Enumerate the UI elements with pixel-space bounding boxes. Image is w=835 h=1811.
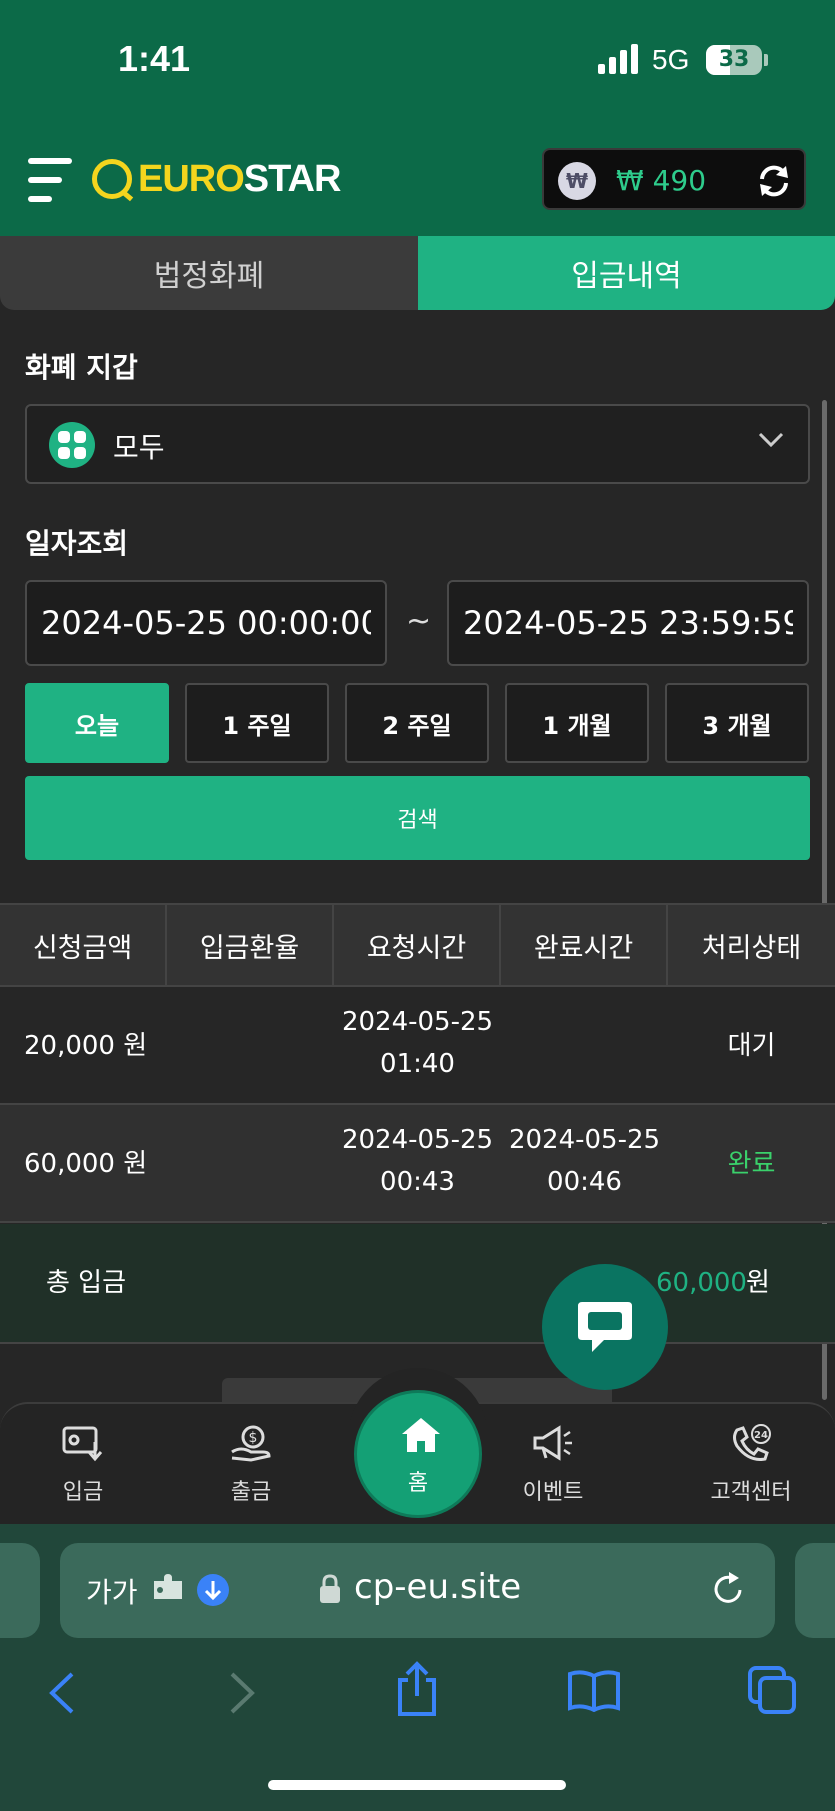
period-3-months-button[interactable]: 3 개월 xyxy=(665,683,809,763)
logo-main-text: STAR xyxy=(243,157,342,200)
nav-label: 고객센터 xyxy=(710,1480,792,1505)
row-amount: 60,000 원 xyxy=(24,1149,148,1179)
all-grid-icon xyxy=(49,422,95,468)
cellular-signal-icon xyxy=(598,44,640,74)
row-request-date: 2024-05-25 xyxy=(341,1007,494,1037)
row-request-time: 00:43 xyxy=(380,1167,455,1197)
nav-label: 입금 xyxy=(62,1480,104,1505)
wallet-selected-value: 모두 xyxy=(113,431,165,464)
back-icon[interactable] xyxy=(44,1668,80,1718)
reload-icon[interactable] xyxy=(710,1571,746,1607)
search-button[interactable]: 검색 xyxy=(25,776,810,860)
deposit-icon xyxy=(62,1426,103,1462)
svg-text:24: 24 xyxy=(754,1430,768,1441)
nav-deposit[interactable]: 입금 xyxy=(18,1424,148,1506)
row-complete-time: 00:46 xyxy=(547,1167,622,1197)
tab-deposit-history[interactable]: 입금내역 xyxy=(418,236,835,310)
column-header-amount: 신청금액 xyxy=(0,905,167,985)
total-value: 60,000 xyxy=(656,1268,747,1298)
lock-icon xyxy=(320,1574,340,1603)
download-icon[interactable] xyxy=(196,1573,230,1607)
row-request-time: 01:40 xyxy=(380,1049,455,1079)
withdraw-icon: $ xyxy=(231,1425,271,1462)
column-header-rate: 입금환율 xyxy=(167,905,334,985)
chat-bubble-icon xyxy=(578,1302,632,1352)
next-tab-preview[interactable] xyxy=(795,1543,835,1638)
tabs-icon[interactable] xyxy=(746,1664,798,1716)
period-2-weeks-button[interactable]: 2 주일 xyxy=(345,683,489,763)
table-header: 신청금액 입금환율 요청시간 완료시간 처리상태 xyxy=(0,903,835,987)
period-today-button[interactable]: 오늘 xyxy=(25,683,169,763)
status-time: 1:41 xyxy=(118,38,191,79)
share-icon[interactable] xyxy=(394,1660,440,1718)
wallet-select[interactable]: 모두 xyxy=(25,404,810,484)
nav-events[interactable]: 이벤트 xyxy=(488,1424,618,1506)
nav-label: 출금 xyxy=(230,1480,272,1505)
refresh-icon[interactable] xyxy=(756,164,792,198)
live-chat-button[interactable] xyxy=(542,1264,668,1390)
nav-home[interactable]: 홈 xyxy=(354,1390,482,1518)
period-1-week-button[interactable]: 1 주일 xyxy=(185,683,329,763)
column-header-status: 처리상태 xyxy=(701,932,802,964)
total-label: 총 입금 xyxy=(46,1268,127,1298)
row-status-pending: 대기 xyxy=(727,1031,776,1061)
tab-fiat-currency[interactable]: 법정화폐 xyxy=(0,236,418,310)
row-amount: 20,000 원 xyxy=(24,1031,148,1061)
wallet-label: 화폐 지갑 xyxy=(25,351,138,384)
support-24-icon: 24 xyxy=(733,1424,771,1461)
battery-level: 33 xyxy=(718,47,750,72)
nav-label: 홈 xyxy=(407,1471,429,1496)
total-unit: 원 xyxy=(746,1268,770,1298)
logo-accent-text: EURO xyxy=(138,157,245,200)
address-bar[interactable]: 가가 cp-eu.site xyxy=(60,1543,775,1638)
start-date-input[interactable] xyxy=(25,580,387,666)
url-text: cp-eu.site xyxy=(354,1567,522,1607)
battery-icon: 33 xyxy=(706,45,762,75)
row-complete-date: 2024-05-25 xyxy=(508,1125,661,1155)
date-filter-label: 일자조회 xyxy=(25,527,129,560)
hamburger-menu-icon[interactable] xyxy=(28,158,74,202)
network-type: 5G xyxy=(652,44,690,75)
nav-support[interactable]: 24 고객센터 xyxy=(686,1424,816,1506)
previous-tab-preview[interactable] xyxy=(0,1543,40,1638)
column-header-request-time: 요청시간 xyxy=(334,905,501,985)
balance-amount: ₩ 490 xyxy=(616,164,707,197)
row-status-done: 완료 xyxy=(727,1149,776,1179)
battery-cap xyxy=(764,54,768,66)
column-header-complete-time: 완료시간 xyxy=(501,905,668,985)
won-coin-icon: ₩ xyxy=(558,162,596,200)
period-1-month-button[interactable]: 1 개월 xyxy=(505,683,649,763)
total-deposit-row: 총 입금 60,000 원 xyxy=(0,1224,835,1344)
end-date-input[interactable] xyxy=(447,580,809,666)
nav-withdraw[interactable]: $ 출금 xyxy=(186,1424,316,1506)
bookmarks-icon[interactable] xyxy=(566,1668,622,1712)
megaphone-icon xyxy=(533,1425,572,1461)
logo-mark-icon xyxy=(92,159,132,199)
table-row: 60,000 원 2024-05-25 00:43 2024-05-25 00:… xyxy=(0,1105,835,1223)
text-size-button[interactable]: 가가 xyxy=(86,1571,138,1611)
eurostar-logo[interactable]: EURO STAR xyxy=(92,154,342,204)
svg-text:$: $ xyxy=(249,1430,258,1446)
balance-widget[interactable]: ₩ ₩ 490 xyxy=(542,148,806,210)
chevron-down-icon xyxy=(758,432,784,448)
row-request-date: 2024-05-25 xyxy=(341,1125,494,1155)
extension-puzzle-icon[interactable] xyxy=(150,1573,186,1607)
home-icon xyxy=(402,1418,440,1452)
date-separator: ~ xyxy=(406,604,432,639)
nav-label: 이벤트 xyxy=(522,1480,584,1505)
forward-icon[interactable] xyxy=(224,1668,260,1718)
home-indicator xyxy=(268,1780,566,1790)
table-row: 20,000 원 2024-05-25 01:40 대기 xyxy=(0,987,835,1105)
